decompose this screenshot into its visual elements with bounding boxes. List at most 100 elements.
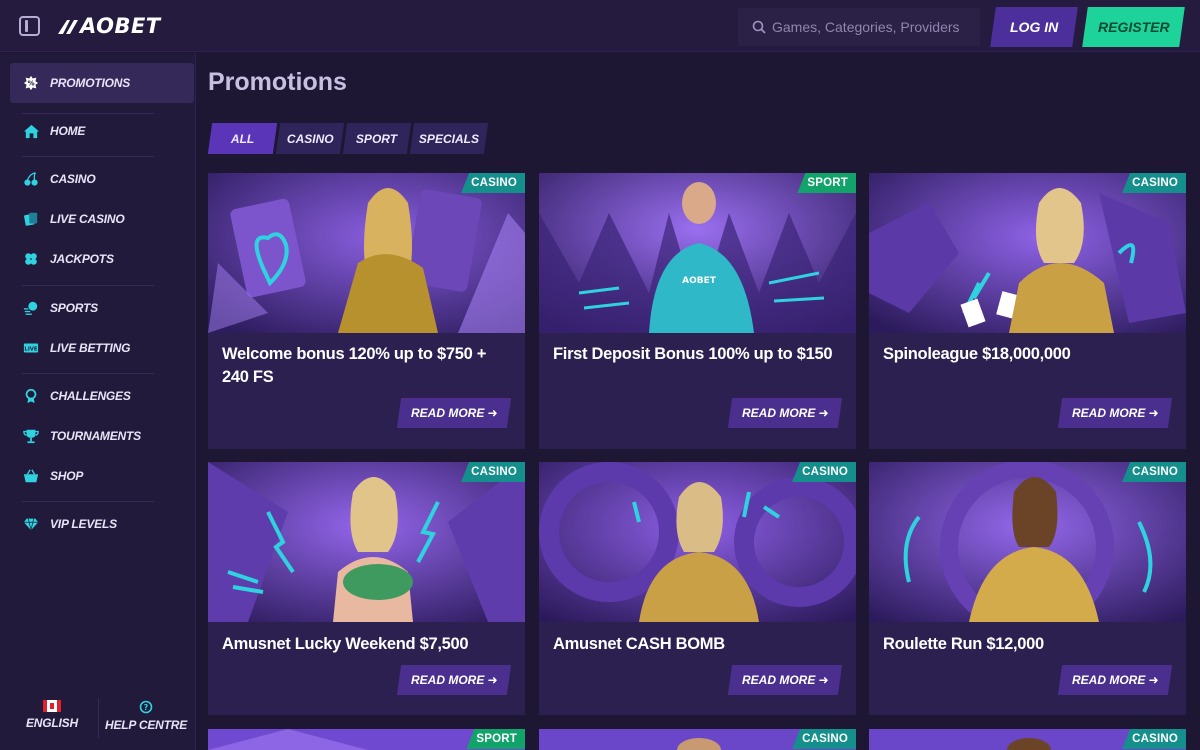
- promo-image: AOBET SPORT: [539, 173, 856, 333]
- sidebar-item-label: SHOP: [50, 469, 84, 483]
- sidebar-item-sports[interactable]: SPORTS: [22, 298, 98, 318]
- sidebar-item-jackpots[interactable]: JACKPOTS: [22, 249, 114, 269]
- promo-card[interactable]: SPORT: [208, 729, 525, 750]
- tab-sport[interactable]: SPORT: [342, 123, 412, 154]
- search-icon: [752, 20, 766, 34]
- sidebar-item-label: LIVE BETTING: [50, 341, 131, 355]
- sidebar-item-vip-levels[interactable]: VIP LEVELS: [22, 514, 117, 534]
- promo-card[interactable]: CASINO Roulette Run $12,000 READ MORE ➜: [869, 462, 1186, 715]
- logo[interactable]: AOBET: [58, 14, 161, 38]
- read-more-label: READ MORE ➜: [1071, 406, 1159, 420]
- sidebar: % PROMOTIONS HOME CASINO LIVE CASINO JAC…: [0, 53, 196, 750]
- sidebar-item-live-casino[interactable]: LIVE CASINO: [22, 209, 125, 229]
- sidebar-item-casino[interactable]: CASINO: [22, 169, 96, 189]
- read-more-button[interactable]: READ MORE ➜: [396, 665, 512, 695]
- basket-icon: [22, 467, 40, 485]
- promo-title: Amusnet Lucky Weekend $7,500: [222, 635, 469, 653]
- category-badge: CASINO: [792, 462, 856, 482]
- svg-text:LIVE: LIVE: [24, 347, 38, 353]
- category-badge: CASINO: [461, 462, 525, 482]
- help-label: HELP CENTRE: [105, 718, 188, 732]
- tab-casino[interactable]: CASINO: [275, 123, 345, 154]
- promo-card[interactable]: CASINO Welcome bonus 120% up to $750 + 2…: [208, 173, 525, 449]
- svg-text:%: %: [27, 79, 34, 88]
- badge-label: CASINO: [802, 466, 848, 478]
- sidebar-divider: [22, 156, 154, 157]
- promo-title: Spinoleague $18,000,000: [883, 345, 1071, 363]
- read-more-button[interactable]: READ MORE ➜: [1057, 665, 1173, 695]
- live-casino-icon: [22, 210, 40, 228]
- promo-card[interactable]: CASINO Spinoleague $18,000,000 READ MORE…: [869, 173, 1186, 449]
- sidebar-item-live-betting[interactable]: LIVE LIVE BETTING: [22, 338, 130, 358]
- top-header: AOBET LOG IN REGISTER: [0, 0, 1200, 52]
- category-badge: CASINO: [1122, 173, 1186, 193]
- sidebar-item-label: CASINO: [50, 172, 96, 186]
- live-badge-icon: LIVE: [22, 339, 40, 357]
- promo-title: First Deposit Bonus 100% up to $150: [553, 345, 833, 363]
- sidebar-item-label: HOME: [50, 124, 86, 138]
- sidebar-item-label: CHALLENGES: [50, 389, 131, 403]
- sidebar-item-home[interactable]: HOME: [22, 121, 85, 141]
- promo-title: Welcome bonus 120% up to $750 + 240 FS: [222, 345, 487, 386]
- promotions-icon: %: [22, 74, 40, 92]
- medal-icon: [22, 387, 40, 405]
- language-label: ENGLISH: [26, 716, 78, 730]
- language-selector[interactable]: ENGLISH: [26, 700, 78, 730]
- search-input[interactable]: [772, 19, 972, 35]
- diamond-icon: [22, 515, 40, 533]
- promo-card[interactable]: CASINO Amusnet CASH BOMB READ MORE ➜: [539, 462, 856, 715]
- promo-image: CASINO: [539, 462, 856, 622]
- promo-title: Amusnet CASH BOMB: [553, 635, 725, 653]
- trophy-icon: [22, 427, 40, 445]
- category-badge: CASINO: [1122, 462, 1186, 482]
- tab-specials[interactable]: SPECIALS: [409, 123, 489, 154]
- category-badge: CASINO: [461, 173, 525, 193]
- promo-title: Roulette Run $12,000: [883, 635, 1044, 653]
- promo-image: SPORT: [208, 729, 525, 750]
- help-icon: ?: [139, 700, 153, 714]
- read-more-button[interactable]: READ MORE ➜: [1057, 398, 1173, 428]
- badge-label: CASINO: [1132, 177, 1178, 189]
- promo-image: CASINO: [869, 173, 1186, 333]
- tab-label: SPECIALS: [418, 131, 479, 146]
- badge-label: CASINO: [1132, 466, 1178, 478]
- logo-text: AOBET: [80, 14, 161, 38]
- read-more-label: READ MORE ➜: [1071, 673, 1159, 687]
- badge-label: CASINO: [471, 466, 517, 478]
- promo-card[interactable]: AOBET SPORT First Deposit Bonus 100% up …: [539, 173, 856, 449]
- tab-label: SPORT: [356, 131, 398, 146]
- help-centre-link[interactable]: ? HELP CENTRE: [105, 700, 187, 732]
- clover-icon: [22, 250, 40, 268]
- promo-image: CASINO: [208, 462, 525, 622]
- read-more-text: READ MORE: [1071, 406, 1145, 420]
- sidebar-item-challenges[interactable]: CHALLENGES: [22, 386, 131, 406]
- read-more-text: READ MORE: [410, 673, 484, 687]
- category-badge: SPORT: [466, 729, 525, 749]
- read-more-label: READ MORE ➜: [410, 673, 498, 687]
- read-more-button[interactable]: READ MORE ➜: [727, 665, 843, 695]
- search-box[interactable]: [738, 8, 980, 46]
- sidebar-toggle-icon[interactable]: [19, 16, 40, 36]
- svg-text:?: ?: [144, 703, 149, 712]
- read-more-button[interactable]: READ MORE ➜: [727, 398, 843, 428]
- read-more-button[interactable]: READ MORE ➜: [396, 398, 512, 428]
- promo-card[interactable]: CASINO: [539, 729, 856, 750]
- logo-mark-icon: [58, 20, 78, 34]
- sidebar-divider: [22, 113, 154, 114]
- promo-card[interactable]: CASINO Amusnet Lucky Weekend $7,500 READ…: [208, 462, 525, 715]
- tab-all[interactable]: ALL: [207, 123, 278, 154]
- canada-flag-icon: [42, 700, 61, 712]
- home-icon: [22, 122, 40, 140]
- read-more-label: READ MORE ➜: [741, 673, 829, 687]
- login-button[interactable]: LOG IN: [990, 7, 1078, 47]
- sidebar-item-promotions[interactable]: % PROMOTIONS: [22, 73, 130, 93]
- sidebar-item-label: JACKPOTS: [50, 252, 114, 266]
- register-button[interactable]: REGISTER: [1082, 7, 1185, 47]
- register-label: REGISTER: [1097, 19, 1170, 35]
- badge-label: CASINO: [802, 733, 848, 745]
- sidebar-item-shop[interactable]: SHOP: [22, 466, 83, 486]
- promo-image: CASINO: [208, 173, 525, 333]
- promo-image: CASINO: [869, 462, 1186, 622]
- sidebar-item-tournaments[interactable]: TOURNAMENTS: [22, 426, 141, 446]
- promo-card[interactable]: CASINO: [869, 729, 1186, 750]
